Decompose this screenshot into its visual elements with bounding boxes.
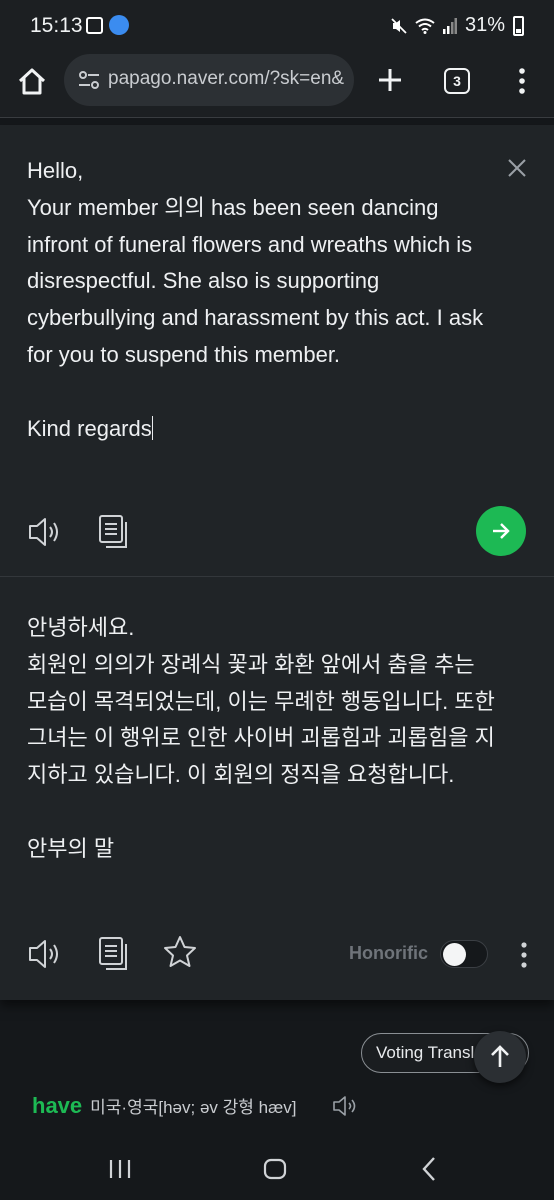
url-text[interactable]: papago.naver.com/?sk=en& xyxy=(108,68,344,90)
more-vert-icon[interactable] xyxy=(508,64,536,98)
scroll-top-button[interactable] xyxy=(474,1031,526,1083)
honorific-label: Honorific xyxy=(349,943,428,963)
translator-card: Hello, Your member 의의 has been seen danc… xyxy=(0,125,554,1000)
speaker-icon[interactable] xyxy=(27,514,63,550)
copy-icon[interactable] xyxy=(97,514,133,550)
battery-percent: 31% xyxy=(464,14,505,36)
star-icon[interactable] xyxy=(162,934,198,970)
status-bar: 15:13 31% xyxy=(0,0,554,52)
mute-icon xyxy=(391,17,407,34)
dictionary-word[interactable]: have xyxy=(32,1093,82,1119)
back-icon[interactable] xyxy=(421,1156,437,1182)
system-nav-bar xyxy=(0,1130,554,1200)
more-vert-icon[interactable] xyxy=(512,937,536,973)
home-nav-icon[interactable] xyxy=(263,1158,287,1180)
battery-icon xyxy=(513,15,524,36)
source-text-area[interactable]: Hello, Your member 의의 has been seen danc… xyxy=(27,153,497,447)
status-time: 15:13 xyxy=(30,14,83,37)
speaker-icon[interactable] xyxy=(332,1094,360,1118)
arrow-up-icon xyxy=(491,1045,509,1067)
translate-button[interactable] xyxy=(476,506,526,556)
signal-icon xyxy=(442,17,457,34)
arrow-right-icon xyxy=(493,523,510,539)
divider xyxy=(0,576,554,577)
dictionary-pronunciation: 미국·영국[həv; əv 강형 hæv] xyxy=(90,1098,297,1117)
close-icon[interactable] xyxy=(504,155,530,181)
url-field[interactable]: papago.naver.com/?sk=en& xyxy=(64,54,354,106)
text-cursor xyxy=(151,415,154,440)
dictionary-entry: have 미국·영국[həv; əv 강형 hæv] xyxy=(32,1093,296,1119)
source-text[interactable]: Hello, Your member 의의 has been seen danc… xyxy=(27,158,489,441)
tune-icon[interactable] xyxy=(78,70,100,90)
toggle-knob xyxy=(443,943,466,966)
tabs-icon[interactable]: 3 xyxy=(444,68,470,94)
tab-count: 3 xyxy=(453,73,461,89)
plus-icon[interactable] xyxy=(374,64,406,96)
honorific-toggle[interactable] xyxy=(440,940,488,968)
home-icon[interactable] xyxy=(14,64,50,100)
speaker-icon[interactable] xyxy=(27,936,63,972)
browser-toolbar: papago.naver.com/?sk=en& 3 xyxy=(0,52,554,118)
recents-icon[interactable] xyxy=(108,1158,132,1180)
wifi-icon xyxy=(415,18,435,34)
edge-icon xyxy=(109,15,129,35)
gallery-icon xyxy=(86,17,103,34)
status-icons: 31% xyxy=(391,14,524,37)
voting-label: Voting Transl xyxy=(376,1043,475,1062)
copy-icon[interactable] xyxy=(97,936,133,972)
translation-text: 안녕하세요. 회원인 의의가 장례식 꽃과 화환 앞에서 춤을 추는 모습이 목… xyxy=(27,615,495,861)
